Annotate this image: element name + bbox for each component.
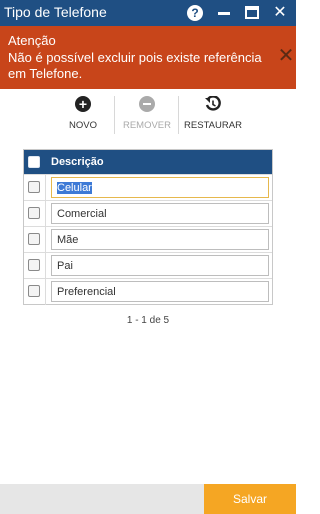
minus-icon [139,96,155,112]
restore-button-label: RESTAURAR [184,120,242,131]
help-icon[interactable]: ? [185,3,205,23]
grid-header: Descrição [24,150,272,174]
description-input[interactable]: Celular [51,177,269,198]
restore-icon [205,96,221,112]
title-bar: Tipo de Telefone ? ✕ [0,0,296,26]
maximize-icon[interactable] [242,3,262,23]
save-button[interactable]: Salvar [204,484,296,514]
table-row: Preferencial [24,278,272,305]
row-checkbox[interactable] [28,181,40,193]
row-checkbox[interactable] [28,207,40,219]
description-input[interactable]: Mãe [51,229,269,250]
select-all-checkbox[interactable] [28,156,40,168]
remove-button[interactable]: REMOVER [120,96,174,136]
restore-button[interactable]: RESTAURAR [182,96,244,136]
new-button[interactable]: + NOVO [62,96,104,136]
alert-banner: Atenção Não é possível excluir pois exis… [0,26,296,89]
pagination-info: 1 - 1 de 5 [126,315,170,326]
plus-icon: + [75,96,91,112]
table-row: Comercial [24,200,272,227]
alert-message: Não é possível excluir pois existe refer… [8,50,262,81]
alert-title: Atenção [8,33,56,48]
toolbar-divider [114,96,115,134]
footer-bar: Salvar [0,484,296,514]
remove-button-label: REMOVER [122,120,172,131]
minimize-icon[interactable] [214,3,234,23]
row-checkbox[interactable] [28,285,40,297]
close-icon[interactable]: ✕ [270,3,290,23]
description-input[interactable]: Pai [51,255,269,276]
new-button-label: NOVO [69,120,97,131]
toolbar-divider [178,96,179,134]
table-row: Pai [24,252,272,279]
row-checkbox[interactable] [28,259,40,271]
table-row: Celular [24,174,272,201]
window-title: Tipo de Telefone [4,4,107,20]
description-input[interactable]: Comercial [51,203,269,224]
help-glyph: ? [187,5,203,21]
column-header-descricao: Descrição [51,156,104,168]
phone-type-grid: Descrição Celular Comercial Mãe Pai Pref… [23,149,273,305]
table-row: Mãe [24,226,272,253]
description-input[interactable]: Preferencial [51,281,269,302]
row-checkbox[interactable] [28,233,40,245]
alert-close-icon[interactable]: ✕ [276,44,296,68]
